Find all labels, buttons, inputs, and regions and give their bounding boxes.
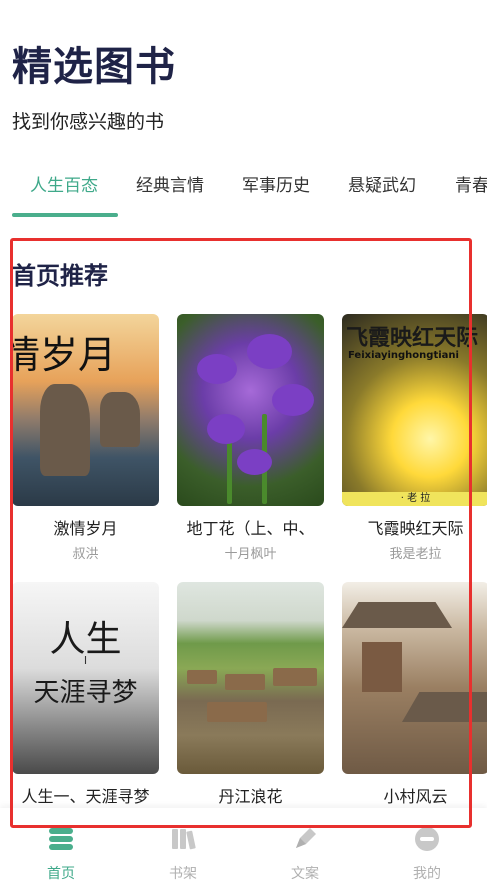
nav-profile[interactable]: 我的 (366, 808, 487, 888)
book-cover[interactable]: 飞霞映红天际 Feixiayinghongtiani · 老 拉 (342, 314, 487, 506)
page-title: 精选图书 (12, 43, 176, 90)
book-card[interactable]: 小村风云 (342, 582, 487, 807)
cover-subtitle: Feixiayinghongtiani (348, 350, 459, 361)
home-icon (49, 828, 73, 850)
book-card[interactable]: 飞霞映红天际 Feixiayinghongtiani · 老 拉 飞霞映红天际 … (342, 314, 487, 562)
profile-icon (415, 827, 439, 851)
book-cover[interactable] (342, 582, 487, 774)
section-title: 首页推荐 (12, 262, 108, 290)
bottom-navigation: 首页 书架 文案 我的 (0, 808, 487, 888)
roof-shape (342, 602, 452, 628)
book-card[interactable]: 情岁月 激情岁月 叔洪 (12, 314, 159, 562)
book-card[interactable]: 地丁花（上、中、 十月枫叶 (177, 314, 324, 562)
tab-romance[interactable]: 经典言情 (136, 172, 204, 200)
book-cover[interactable]: 情岁月 (12, 314, 159, 506)
house-shape (187, 670, 217, 684)
book-title: 飞霞映红天际 (367, 519, 464, 538)
petal-shape (272, 384, 314, 416)
cover-line3: 天涯寻梦 (33, 678, 138, 708)
book-title: 地丁花（上、中、 (186, 519, 315, 538)
roof-shape (402, 692, 487, 722)
nav-copywriting-label: 文案 (291, 866, 319, 882)
cover-author-strip: · 老 拉 (342, 492, 487, 506)
book-author: 叔洪 (72, 547, 99, 562)
book-cover[interactable] (177, 314, 324, 506)
wall-shape (362, 642, 402, 692)
page: 精选图书 找到你感兴趣的书 人生百态 经典言情 军事历史 悬疑武幻 青春 首页推… (0, 0, 487, 888)
cover-text: 情岁月 (12, 333, 117, 377)
book-author: 我是老拉 (389, 547, 442, 562)
nav-bookshelf-label: 书架 (169, 866, 197, 882)
petal-shape (247, 334, 292, 369)
cover-line2: I (83, 654, 88, 667)
book-cover[interactable]: 人生 I 天涯寻梦 (12, 582, 159, 774)
nav-bookshelf[interactable]: 书架 (122, 808, 244, 888)
book-cover[interactable] (177, 582, 324, 774)
house-shape (225, 674, 265, 690)
tab-life[interactable]: 人生百态 (30, 172, 98, 200)
category-tabs: 人生百态 经典言情 军事历史 悬疑武幻 青春 (0, 172, 487, 220)
pen-icon (296, 828, 316, 848)
book-author: 十月枫叶 (224, 547, 277, 562)
bookshelf-icon (172, 829, 196, 850)
book-title: 丹江浪花 (218, 787, 283, 806)
nav-copywriting[interactable]: 文案 (244, 808, 366, 888)
book-title: 小村风云 (383, 787, 448, 806)
tab-mystery[interactable]: 悬疑武幻 (348, 172, 416, 200)
tab-youth[interactable]: 青春 (455, 172, 487, 200)
book-title: 人生一、天涯寻梦 (21, 787, 150, 806)
petal-shape (237, 449, 272, 475)
house-shape (207, 702, 267, 722)
petal-shape (207, 414, 245, 444)
nav-home[interactable]: 首页 (0, 808, 122, 888)
page-subtitle: 找到你感兴趣的书 (12, 111, 165, 133)
nav-home-label: 首页 (47, 866, 75, 882)
house-shape (273, 668, 317, 686)
rock-shape (40, 384, 90, 476)
tab-military-history[interactable]: 军事历史 (242, 172, 310, 200)
rock-shape (100, 392, 140, 447)
nav-profile-label: 我的 (413, 866, 441, 882)
petal-shape (197, 354, 237, 384)
book-card[interactable]: 人生 I 天涯寻梦 人生一、天涯寻梦 (12, 582, 159, 807)
cover-title: 飞霞映红天际 (346, 326, 479, 351)
book-card[interactable]: 丹江浪花 (177, 582, 324, 807)
book-title: 激情岁月 (53, 519, 118, 538)
active-tab-indicator (12, 213, 118, 217)
